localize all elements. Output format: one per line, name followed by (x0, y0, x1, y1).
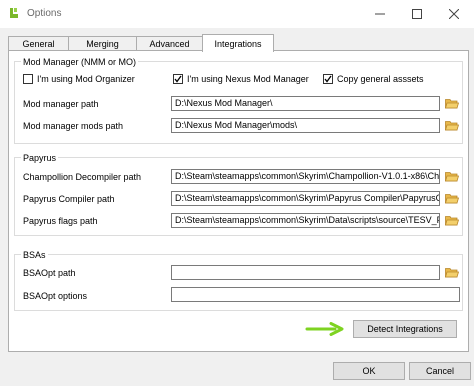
checkmark-icon (324, 75, 332, 83)
minimize-icon (375, 13, 385, 15)
nexus-mod-manager-checkbox[interactable] (173, 74, 183, 84)
champollion-path-label: Champollion Decompiler path (23, 172, 142, 182)
mod-manager-mods-path-label: Mod manager mods path (23, 121, 124, 131)
papyrus-flags-path-input[interactable]: D:\Steam\steamapps\common\Skyrim\Data\sc… (171, 213, 440, 228)
folder-icon[interactable] (445, 171, 459, 182)
mod-organizer-checkbox[interactable] (23, 74, 33, 84)
bsaopt-options-label: BSAOpt options (23, 291, 88, 301)
mod-manager-group-title: Mod Manager (NMM or MO) (21, 57, 139, 67)
bsaopt-path-input[interactable] (171, 265, 440, 280)
title-bar[interactable]: Options (0, 0, 474, 28)
folder-icon[interactable] (445, 267, 459, 278)
papyrus-compiler-path-label: Papyrus Compiler path (23, 194, 115, 204)
close-icon (449, 9, 459, 19)
bsaopt-options-input[interactable] (171, 287, 460, 302)
tab-advanced[interactable]: Advanced (136, 36, 203, 50)
mod-manager-mods-path-input[interactable]: D:\Nexus Mod Manager\mods\ (171, 118, 440, 133)
papyrus-group-title: Papyrus (21, 153, 59, 163)
mod-organizer-label: I'm using Mod Organizer (37, 74, 135, 84)
maximize-icon (412, 9, 422, 19)
maximize-button[interactable] (403, 4, 431, 24)
champollion-path-input[interactable]: D:\Steam\steamapps\common\Skyrim\Champol… (171, 169, 440, 184)
mod-manager-path-label: Mod manager path (23, 99, 99, 109)
papyrus-flags-path-label: Papyrus flags path (23, 216, 98, 226)
mod-manager-path-input[interactable]: D:\Nexus Mod Manager\ (171, 96, 440, 111)
minimize-button[interactable] (366, 4, 394, 24)
cancel-button[interactable]: Cancel (409, 362, 471, 380)
checkmark-icon (174, 75, 182, 83)
nexus-mod-manager-label: I'm using Nexus Mod Manager (187, 74, 309, 84)
copy-assets-label: Copy general asssets (337, 74, 424, 84)
bsas-group (14, 254, 463, 311)
tab-integrations[interactable]: Integrations (202, 34, 274, 52)
app-icon (10, 8, 18, 18)
tab-general[interactable]: General (8, 36, 69, 50)
bsas-group-title: BSAs (21, 250, 48, 260)
window-title: Options (27, 8, 62, 19)
integrations-panel: Mod Manager (NMM or MO) I'm using Mod Or… (8, 50, 469, 352)
close-button[interactable] (440, 4, 468, 24)
bsaopt-path-label: BSAOpt path (23, 268, 76, 278)
folder-icon[interactable] (445, 98, 459, 109)
folder-icon[interactable] (445, 120, 459, 131)
tab-merging[interactable]: Merging (68, 36, 137, 50)
copy-assets-checkbox[interactable] (323, 74, 333, 84)
papyrus-compiler-path-input[interactable]: D:\Steam\steamapps\common\Skyrim\Papyrus… (171, 191, 440, 206)
arrow-icon (305, 322, 344, 336)
options-window: Options General Merging Advanced Integra… (0, 0, 474, 386)
detect-integrations-button[interactable]: Detect Integrations (353, 320, 457, 338)
folder-icon[interactable] (445, 215, 459, 226)
ok-button[interactable]: OK (333, 362, 405, 380)
folder-icon[interactable] (445, 193, 459, 204)
